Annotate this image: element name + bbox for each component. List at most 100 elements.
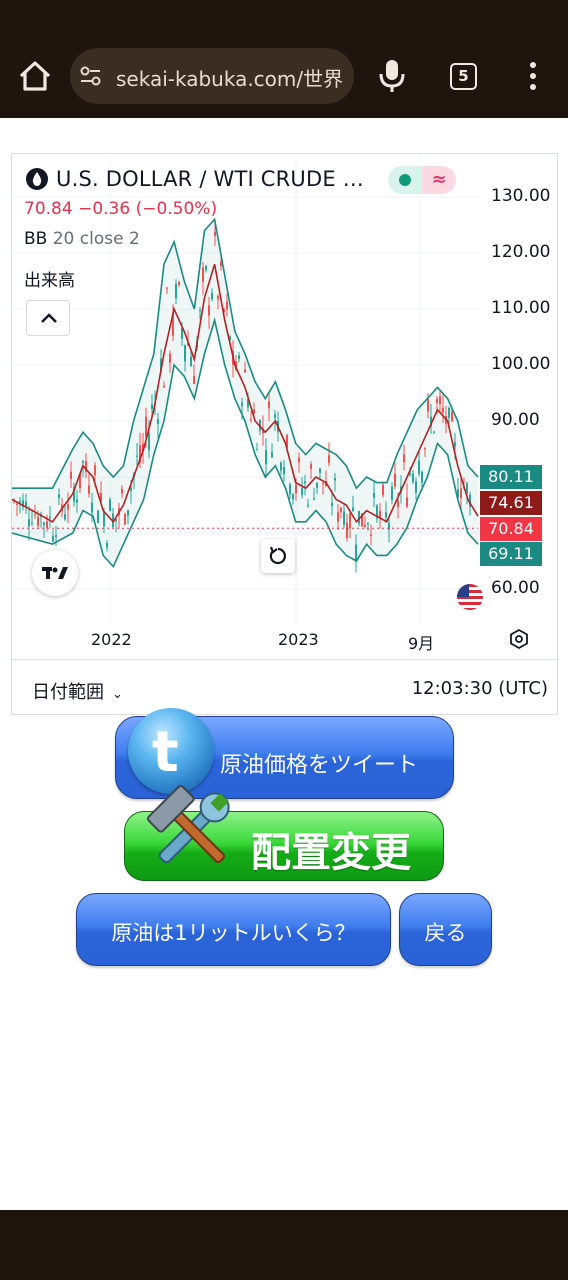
us-flag-icon — [457, 584, 483, 610]
candle-body — [418, 460, 420, 474]
wave-icon: ≈ — [422, 166, 456, 194]
candle-body — [31, 522, 33, 524]
date-range-button[interactable]: 日付範囲 ⌄ — [32, 678, 123, 704]
tradingview-chart-widget: U.S. DOLLAR / WTI CRUDE … ≈ 70.84 −0.36 … — [11, 153, 558, 715]
candle-body — [103, 511, 105, 527]
oil-per-liter-button[interactable]: 原油は1リットルいくら？ — [76, 893, 391, 966]
chevron-up-icon — [41, 313, 57, 323]
layout-button-label: 配置変更 — [251, 830, 411, 876]
candle-body — [166, 287, 168, 289]
candle-body — [454, 442, 456, 447]
system-navigation-bar — [0, 1210, 568, 1280]
hammer-wrench-icon — [146, 784, 230, 864]
y-tick-label: 100.00 — [491, 354, 551, 374]
back-button[interactable]: 戻る — [399, 893, 492, 966]
tradingview-logo[interactable] — [32, 550, 78, 596]
candle-body — [67, 504, 69, 510]
candle-body — [340, 507, 342, 513]
candle-body — [34, 514, 36, 516]
tweet-button-label: 原油価格をツイート — [220, 753, 419, 778]
candle-body — [178, 281, 180, 285]
candle-body — [295, 484, 297, 494]
candle-body — [91, 502, 93, 513]
candle-body — [205, 265, 207, 270]
oil-drop-icon — [26, 168, 48, 190]
candle-body — [331, 502, 333, 506]
candle-body — [334, 478, 336, 481]
candle-body — [217, 296, 219, 300]
symbol-header[interactable]: U.S. DOLLAR / WTI CRUDE … — [26, 164, 364, 194]
candle-body — [169, 353, 171, 363]
reset-chart-button[interactable] — [261, 539, 295, 573]
price-tag: 74.61 — [480, 491, 542, 515]
candle-body — [421, 471, 423, 483]
x-tick-label: 2022 — [91, 630, 132, 649]
candle-body — [82, 461, 84, 463]
candle-body — [175, 283, 177, 299]
y-tick-label: 120.00 — [491, 242, 551, 262]
microphone-icon[interactable] — [378, 58, 406, 94]
candle-body — [28, 519, 30, 527]
utc-clock[interactable]: 12:03:30 (UTC) — [412, 678, 548, 699]
candle-body — [439, 396, 441, 404]
candle-body — [319, 468, 321, 473]
candle-body — [328, 455, 330, 464]
liter-button-label: 原油は1リットルいくら？ — [111, 921, 356, 945]
url-text: sekai-kabuka.com/世界 — [116, 67, 344, 91]
candle-body — [124, 513, 126, 525]
tab-count: 5 — [458, 67, 469, 85]
candle-body — [322, 482, 324, 484]
candle-body — [94, 465, 96, 476]
candle-body — [151, 404, 153, 409]
candle-body — [76, 499, 78, 503]
volume-legend: 出来高 — [24, 271, 75, 291]
candle-body — [55, 535, 57, 538]
candle-body — [157, 419, 159, 425]
market-status-badge[interactable]: ≈ — [388, 166, 456, 194]
price-tag: 69.11 — [480, 542, 542, 566]
candle-body — [238, 355, 240, 360]
candle-body — [190, 356, 192, 367]
candle-body — [349, 513, 351, 528]
candle-body — [436, 398, 438, 404]
tab-switcher-button[interactable]: 5 — [450, 63, 477, 90]
more-menu-icon[interactable] — [526, 60, 540, 92]
home-icon[interactable] — [16, 56, 54, 96]
candle-body — [448, 407, 450, 418]
candle-body — [52, 535, 54, 542]
candle-body — [442, 407, 444, 413]
indicator-name: BB — [24, 229, 48, 249]
candle-body — [460, 488, 462, 499]
candle-body — [385, 512, 387, 518]
candle-body — [250, 419, 252, 421]
candle-body — [16, 503, 18, 505]
candle-body — [343, 511, 345, 525]
candle-body — [274, 414, 276, 418]
settings-icon[interactable] — [508, 628, 530, 650]
candle-body — [412, 473, 414, 483]
price-change: 70.84 −0.36 (−0.50%) — [24, 199, 218, 219]
site-settings-icon[interactable] — [78, 63, 104, 89]
candle-body — [70, 471, 72, 480]
collapse-legend-button[interactable] — [26, 300, 70, 336]
candle-body — [46, 521, 48, 529]
candle-body — [109, 499, 111, 512]
candle-body — [244, 369, 246, 373]
indicator-legend[interactable]: BB 20 close 2 — [24, 229, 140, 249]
price-tag: 80.11 — [480, 465, 542, 489]
candle-body — [346, 522, 348, 539]
candle-body — [64, 514, 66, 520]
candle-body — [316, 482, 318, 488]
indicator-params: 20 close 2 — [52, 229, 140, 249]
market-open-icon — [388, 166, 422, 194]
y-tick-label: 90.00 — [491, 410, 540, 430]
tradingview-icon — [42, 567, 68, 579]
candle-body — [391, 486, 393, 500]
chart-footer: 日付範囲 ⌄ 12:03:30 (UTC) — [12, 659, 557, 715]
address-bar[interactable]: sekai-kabuka.com/世界 — [70, 48, 354, 104]
candle-body — [283, 466, 285, 475]
candle-body — [289, 484, 291, 495]
candle-body — [280, 462, 282, 471]
refresh-icon — [269, 546, 286, 565]
candle-body — [355, 544, 357, 561]
